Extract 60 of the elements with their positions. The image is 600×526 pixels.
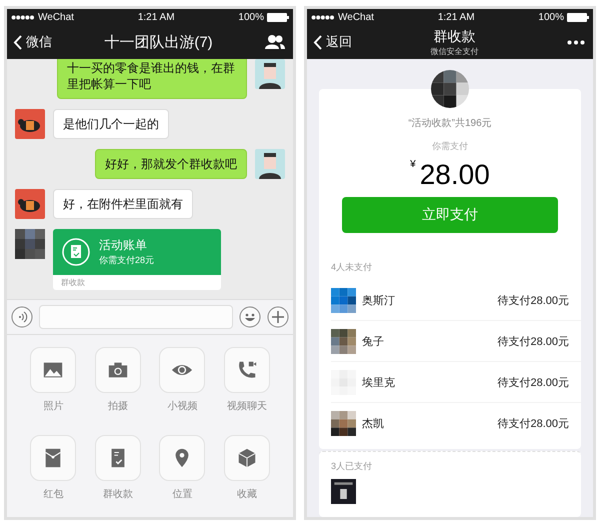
section-header: 4人未支付 bbox=[330, 261, 374, 274]
pig-avatar-icon[interactable] bbox=[15, 189, 45, 219]
message-bubble: 好好，那就发个群收款吧 bbox=[95, 149, 247, 179]
battery-icon bbox=[566, 12, 589, 22]
member-name: 埃里克 bbox=[362, 376, 396, 390]
member-name: 兔子 bbox=[362, 334, 385, 348]
person-avatar-icon[interactable] bbox=[255, 149, 285, 179]
battery-percent: 100% bbox=[238, 12, 264, 22]
clock-time: 1:21 AM bbox=[438, 12, 475, 22]
chevron-left-icon bbox=[313, 34, 322, 50]
more-icon[interactable] bbox=[567, 40, 585, 44]
message-bubble: 是他们几个一起的 bbox=[53, 109, 169, 139]
page-title: 群收款 bbox=[434, 28, 476, 46]
attachment-option[interactable]: 拍摄 bbox=[86, 347, 150, 429]
signal-icon bbox=[311, 14, 335, 20]
voice-icon[interactable] bbox=[11, 306, 33, 328]
bill-footer: 群收款 bbox=[53, 275, 221, 290]
currency-symbol: ¥ bbox=[410, 159, 416, 170]
signal-icon bbox=[11, 14, 35, 20]
section-header: 3人已支付 bbox=[330, 460, 374, 473]
payment-status: 待支付28.00元 bbox=[497, 334, 569, 348]
payment-status: 待支付28.00元 bbox=[497, 294, 569, 308]
payment-status: 待支付28.00元 bbox=[497, 376, 569, 390]
back-button[interactable]: 微信 bbox=[13, 33, 52, 51]
message-bubble: 好，在附件栏里面就有 bbox=[53, 189, 193, 219]
battery-percent: 100% bbox=[538, 12, 564, 22]
attachment-option[interactable]: 收藏 bbox=[214, 435, 279, 517]
message-input-field[interactable] bbox=[39, 305, 233, 329]
bill-icon bbox=[61, 237, 91, 267]
pig-avatar-icon[interactable] bbox=[15, 109, 45, 139]
attachment-option[interactable]: 位置 bbox=[150, 435, 214, 517]
attachment-option[interactable]: 照片 bbox=[21, 347, 86, 429]
person-avatar-icon[interactable] bbox=[255, 59, 285, 89]
member-name: 奥斯汀 bbox=[362, 294, 396, 308]
bill-card[interactable]: 活动账单 你需支付28元 群收款 bbox=[53, 229, 221, 290]
cube-icon bbox=[236, 447, 258, 469]
chevron-left-icon bbox=[13, 34, 22, 50]
carrier-label: WeChat bbox=[38, 12, 74, 22]
group-members-icon[interactable] bbox=[265, 34, 285, 50]
member-name: 杰凯 bbox=[362, 416, 385, 430]
collection-summary: “活动收款”共196元 bbox=[408, 116, 492, 130]
emoji-icon[interactable] bbox=[239, 306, 261, 328]
pay-now-button[interactable]: 立即支付 bbox=[342, 197, 558, 233]
bill-amount: 你需支付28元 bbox=[99, 254, 154, 267]
attachment-option[interactable]: 视频聊天 bbox=[214, 347, 279, 429]
bill-title: 活动账单 bbox=[99, 237, 148, 254]
payment-amount: 28.00 bbox=[420, 159, 490, 191]
back-button[interactable]: 返回 bbox=[313, 33, 352, 51]
battery-icon bbox=[266, 12, 289, 22]
attachment-option[interactable]: 红包 bbox=[21, 435, 86, 517]
message-bubble: 十一买的零食是谁出的钱，在群里把帐算一下吧 bbox=[57, 59, 247, 99]
payment-status: 待支付28.00元 bbox=[497, 416, 569, 430]
page-subtitle: 微信安全支付 bbox=[430, 46, 478, 56]
carrier-label: WeChat bbox=[338, 12, 374, 22]
clock-time: 1:21 AM bbox=[138, 12, 175, 22]
chat-title: 十一团队出游(7) bbox=[104, 32, 213, 52]
attachment-option[interactable]: 群收款 bbox=[86, 435, 150, 517]
payment-prompt: 你需支付 bbox=[432, 140, 468, 153]
attachment-option[interactable]: 小视频 bbox=[150, 347, 214, 429]
add-icon[interactable] bbox=[267, 306, 289, 328]
